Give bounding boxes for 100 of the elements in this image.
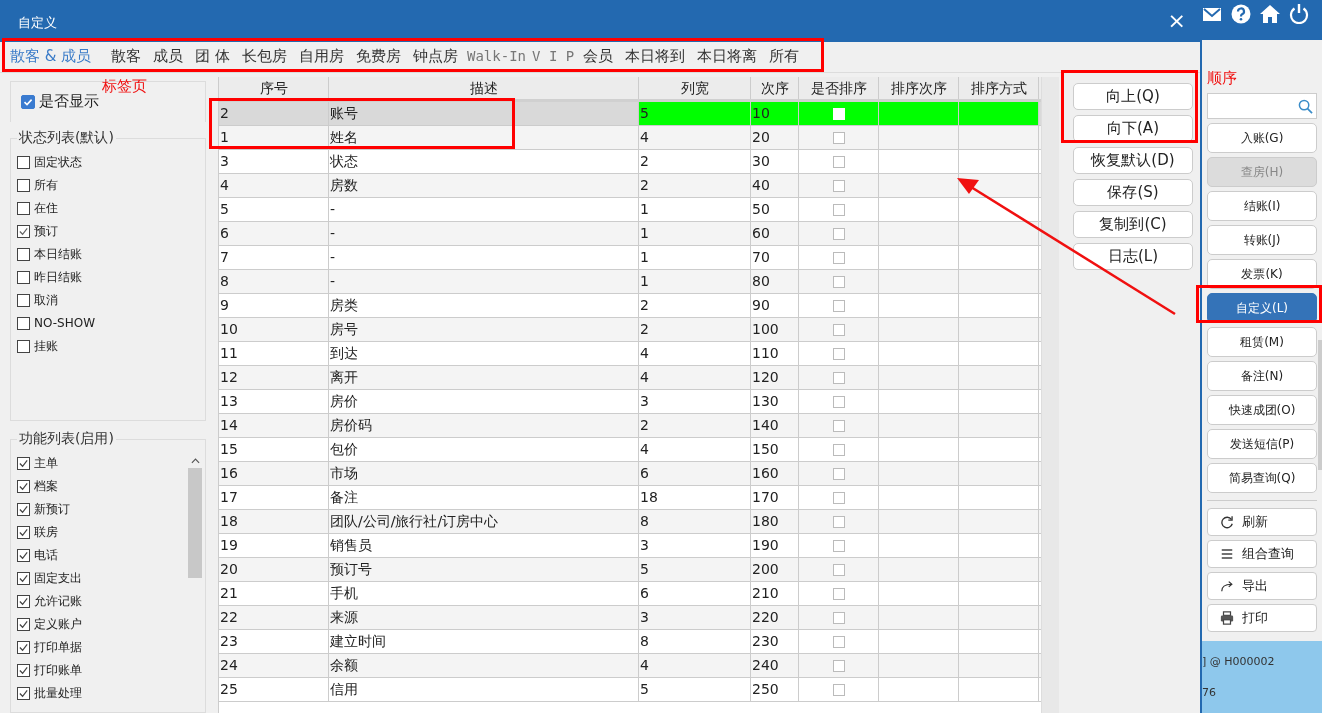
checkbox[interactable]: [17, 664, 30, 677]
checkbox[interactable]: [833, 299, 845, 312]
side-button[interactable]: 简易查询(Q): [1207, 463, 1317, 493]
checkbox[interactable]: [17, 641, 30, 654]
tab[interactable]: 钟点房: [407, 42, 464, 72]
tool-button[interactable]: 组合查询: [1207, 540, 1317, 568]
table-row[interactable]: 18 团队/公司/旅行社/订房中心 8 180: [219, 510, 1041, 534]
table-row[interactable]: 1 姓名 4 20: [219, 126, 1041, 150]
checkbox[interactable]: [833, 155, 845, 168]
checkbox[interactable]: [833, 467, 845, 480]
checkbox[interactable]: [833, 635, 845, 648]
checkbox[interactable]: [17, 572, 30, 585]
scroll-thumb[interactable]: [188, 468, 202, 578]
tab[interactable]: 团 体: [189, 42, 236, 72]
tool-button[interactable]: 刷新: [1207, 508, 1317, 536]
checkbox[interactable]: [17, 247, 30, 261]
checkbox[interactable]: [833, 491, 845, 504]
side-button[interactable]: 入账(G): [1207, 123, 1317, 153]
tab[interactable]: 长包房: [236, 42, 293, 72]
column-header[interactable]: 是否排序: [799, 77, 879, 99]
tab[interactable]: 所有: [763, 42, 806, 72]
table-row[interactable]: 11 到达 4 110: [219, 342, 1041, 366]
action-button[interactable]: 日志(L): [1073, 243, 1193, 270]
help-icon[interactable]: [1231, 4, 1251, 24]
checkbox[interactable]: [17, 503, 30, 516]
home-icon[interactable]: [1260, 4, 1280, 24]
checkbox[interactable]: [17, 201, 30, 215]
table-row[interactable]: 22 来源 3 220: [219, 606, 1041, 630]
tab[interactable]: 本日将离: [691, 42, 764, 72]
tab[interactable]: 免费房: [350, 42, 407, 72]
checkbox[interactable]: [21, 94, 35, 109]
checkbox[interactable]: [833, 659, 845, 672]
table-row[interactable]: 25 信用 5 250: [219, 678, 1041, 702]
table-row[interactable]: 23 建立时间 8 230: [219, 630, 1041, 654]
table-row[interactable]: 20 预订号 5 200: [219, 558, 1041, 582]
side-button[interactable]: 转账(J): [1207, 225, 1317, 255]
checkbox[interactable]: [17, 316, 30, 330]
checkbox[interactable]: [833, 515, 845, 528]
checkbox[interactable]: [17, 687, 30, 700]
checkbox[interactable]: [833, 587, 845, 600]
table-row[interactable]: 12 离开 4 120: [219, 366, 1041, 390]
column-header[interactable]: 排序方式: [959, 77, 1039, 99]
action-button[interactable]: 向下(A): [1073, 115, 1193, 142]
tool-button[interactable]: 打印: [1207, 604, 1317, 632]
table-row[interactable]: 13 房价 3 130: [219, 390, 1041, 414]
checkbox[interactable]: [833, 539, 845, 552]
table-row[interactable]: 5 - 1 50: [219, 198, 1041, 222]
tab[interactable]: V I P: [529, 42, 578, 72]
side-button[interactable]: 自定义(L): [1207, 293, 1317, 323]
checkbox[interactable]: [833, 419, 845, 432]
table-row[interactable]: 14 房价码 2 140: [219, 414, 1041, 438]
checkbox[interactable]: [17, 339, 30, 353]
checkbox[interactable]: [17, 178, 30, 192]
scrollbar[interactable]: [1318, 340, 1322, 470]
checkbox[interactable]: [17, 224, 30, 238]
checkbox[interactable]: [17, 293, 30, 307]
tab[interactable]: 本日将到: [619, 42, 692, 72]
checkbox[interactable]: [833, 323, 845, 336]
tab[interactable]: 散客: [105, 42, 148, 72]
checkbox[interactable]: [833, 611, 845, 624]
checkbox[interactable]: [833, 347, 845, 360]
table-row[interactable]: 4 房数 2 40: [219, 174, 1041, 198]
column-header[interactable]: 列宽: [639, 77, 751, 99]
table-row[interactable]: 6 - 1 60: [219, 222, 1041, 246]
side-button[interactable]: 发送短信(P): [1207, 429, 1317, 459]
tool-button[interactable]: 导出: [1207, 572, 1317, 600]
tab[interactable]: 自用房: [293, 42, 350, 72]
checkbox[interactable]: [833, 227, 845, 240]
checkbox[interactable]: [17, 595, 30, 608]
checkbox[interactable]: [833, 443, 845, 456]
checkbox[interactable]: [17, 618, 30, 631]
checkbox[interactable]: [17, 480, 30, 493]
checkbox[interactable]: [17, 270, 30, 284]
table-row[interactable]: 2 账号 5 10: [219, 102, 1041, 126]
table-row[interactable]: 7 - 1 70: [219, 246, 1041, 270]
power-icon[interactable]: [1289, 4, 1309, 24]
action-button[interactable]: 向上(Q): [1073, 83, 1193, 110]
close-button[interactable]: ×: [1167, 10, 1186, 32]
checkbox[interactable]: [833, 131, 845, 144]
checkbox[interactable]: [833, 251, 845, 264]
table-row[interactable]: 9 房类 2 90: [219, 294, 1041, 318]
checkbox[interactable]: [833, 275, 845, 288]
checkbox[interactable]: [833, 371, 845, 384]
tab[interactable]: 成员: [147, 42, 190, 72]
side-button[interactable]: 备注(N): [1207, 361, 1317, 391]
column-header[interactable]: 排序次序: [879, 77, 959, 99]
scrollbar[interactable]: [1041, 77, 1059, 713]
side-button[interactable]: 结账(I): [1207, 191, 1317, 221]
checkbox[interactable]: [833, 179, 845, 192]
table-row[interactable]: 15 包价 4 150: [219, 438, 1041, 462]
table-row[interactable]: 21 手机 6 210: [219, 582, 1041, 606]
checkbox[interactable]: [833, 563, 845, 576]
table-row[interactable]: 8 - 1 80: [219, 270, 1041, 294]
checkbox[interactable]: [17, 549, 30, 562]
table-row[interactable]: 19 销售员 3 190: [219, 534, 1041, 558]
table-row[interactable]: 3 状态 2 30: [219, 150, 1041, 174]
table-row[interactable]: 10 房号 2 100: [219, 318, 1041, 342]
tab[interactable]: Walk-In: [464, 42, 530, 72]
search-icon[interactable]: [1298, 98, 1313, 114]
checkbox[interactable]: [833, 395, 845, 408]
